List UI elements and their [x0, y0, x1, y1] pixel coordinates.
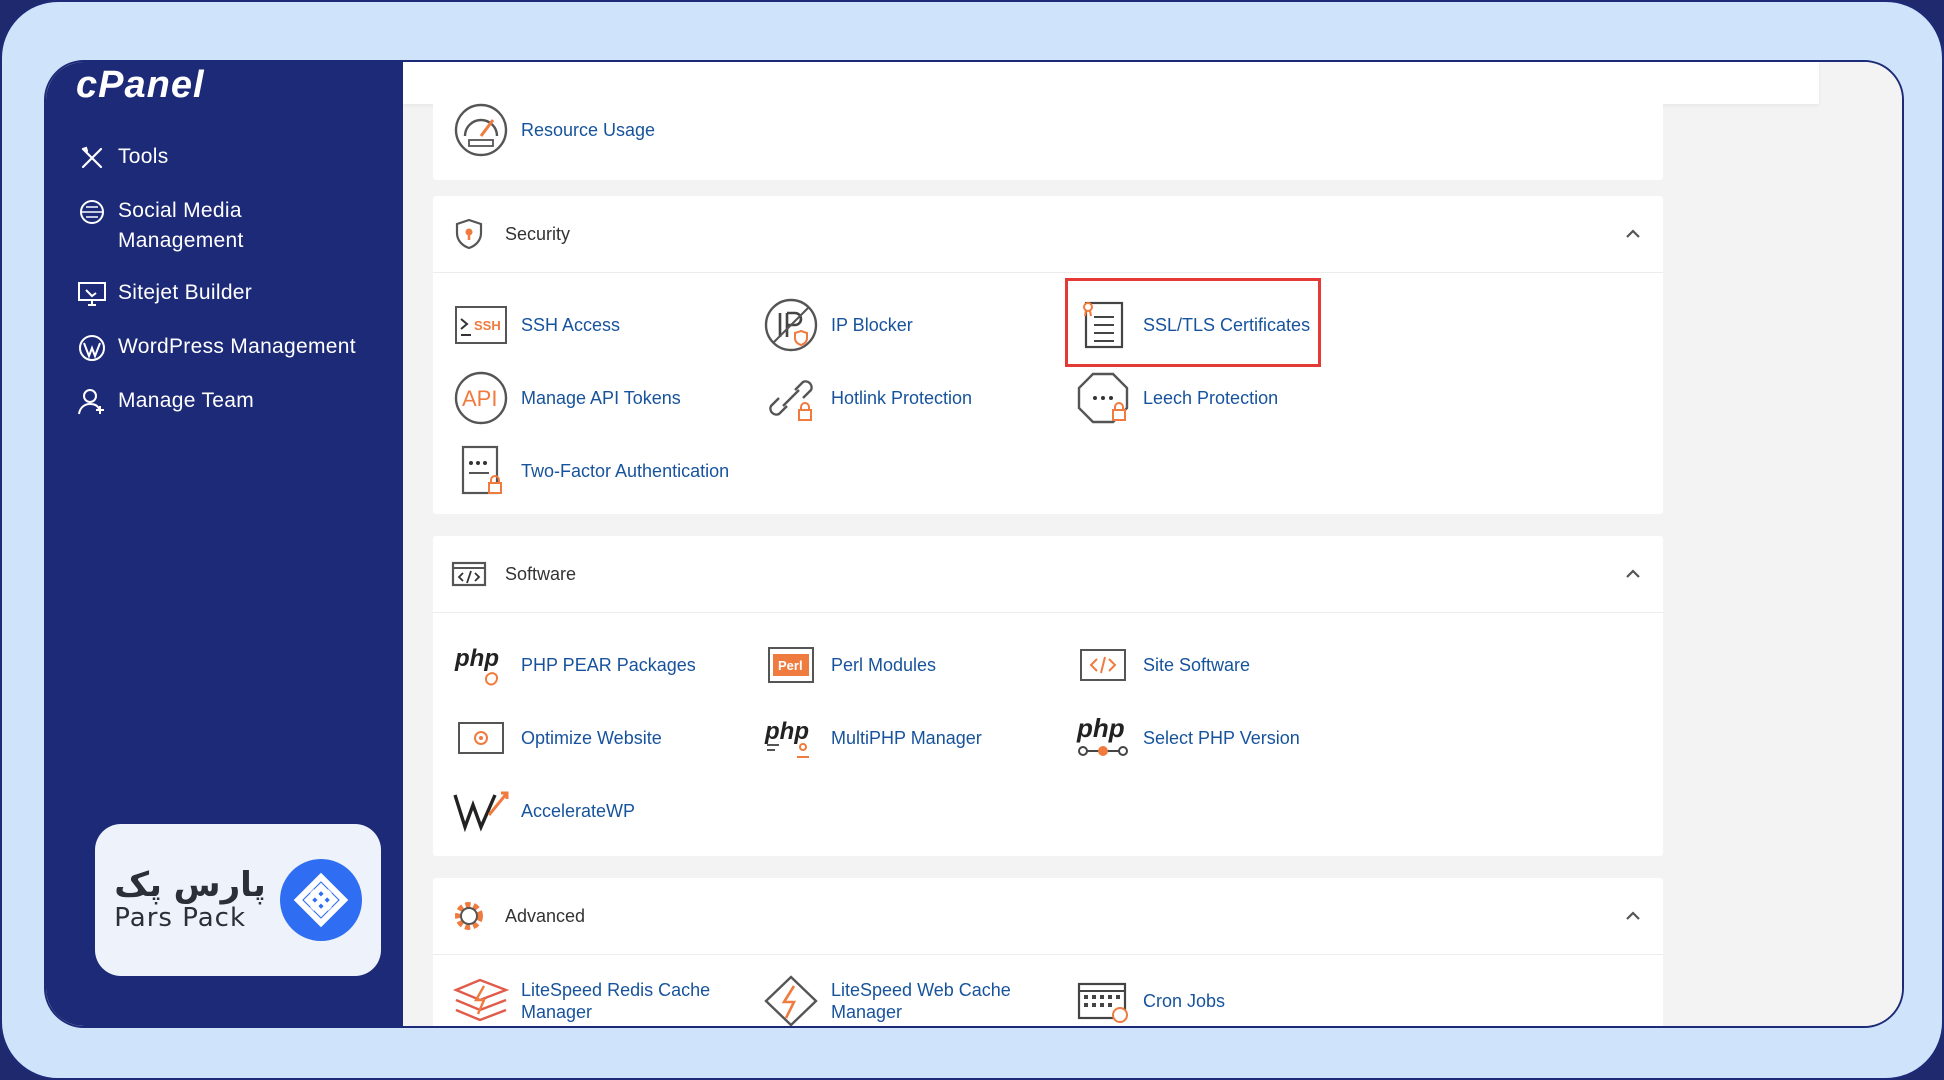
- parspack-logo: پارس پک Pars Pack: [95, 824, 381, 976]
- item-label: Site Software: [1143, 655, 1251, 675]
- select-php-icon: php: [1073, 708, 1133, 768]
- ip-blocker-link[interactable]: IP Blocker: [761, 295, 913, 355]
- tools-icon: [81, 146, 103, 169]
- litespeed-web-cache-link[interactable]: LiteSpeed Web Cache Manager: [761, 971, 1011, 1026]
- item-label: Optimize Website: [521, 728, 662, 748]
- item-label: Leech Protection: [1143, 388, 1279, 408]
- two-factor-authentication-link[interactable]: Two-Factor Authentication: [451, 441, 729, 501]
- item-label: IP Blocker: [831, 315, 913, 335]
- redis-cache-icon: [451, 971, 511, 1026]
- chevron-up-icon[interactable]: [1623, 906, 1643, 926]
- section-title: Advanced: [505, 905, 586, 926]
- sidebar-item-label: Manage Team: [118, 389, 254, 412]
- cpanel-window: cPanel Tools Social Media Management Sit…: [44, 60, 1904, 1028]
- php-pear-icon: php: [451, 635, 511, 695]
- social-media-icon: [80, 200, 104, 224]
- octagon-lock-icon: [1073, 368, 1133, 428]
- section-header[interactable]: Security: [433, 196, 1663, 273]
- perl-modules-link[interactable]: Perl Perl Modules: [761, 635, 936, 695]
- item-label: Cron Jobs: [1143, 991, 1226, 1011]
- section-header[interactable]: Software: [433, 536, 1663, 613]
- brand-name-en: Pars Pack: [114, 903, 247, 933]
- sidebar-item-label: Tools: [118, 145, 169, 168]
- perl-icon: Perl: [761, 635, 821, 695]
- hotlink-protection-link[interactable]: Hotlink Protection: [761, 368, 972, 428]
- security-section: Security SSH SSH Access IP Blocker SSL/T…: [433, 196, 1663, 514]
- speedometer-icon: [451, 100, 511, 160]
- perl-badge-text: Perl: [778, 658, 803, 673]
- php-badge-text: php: [454, 645, 499, 672]
- litespeed-redis-cache-link[interactable]: LiteSpeed Redis Cache Manager: [451, 971, 711, 1026]
- code-window-icon: [451, 561, 487, 587]
- chevron-up-icon[interactable]: [1623, 564, 1643, 584]
- php-badge-text: php: [764, 718, 809, 745]
- php-pear-packages-link[interactable]: php PHP PEAR Packages: [451, 635, 696, 695]
- multiphp-icon: php: [761, 708, 821, 768]
- item-label: LiteSpeed Redis Cache Manager: [521, 980, 711, 1022]
- user-team-icon: [78, 389, 104, 415]
- item-label: PHP PEAR Packages: [521, 655, 696, 675]
- leech-protection-link[interactable]: Leech Protection: [1073, 368, 1278, 428]
- item-label: SSH Access: [521, 315, 621, 335]
- monitor-icon: [78, 282, 106, 306]
- chain-link-icon: [761, 368, 821, 428]
- acceleratewp-icon: [451, 781, 511, 841]
- shield-icon: [455, 218, 483, 250]
- wordpress-icon: [79, 335, 105, 361]
- acceleratewp-link[interactable]: AccelerateWP: [451, 781, 635, 841]
- optimize-gear-icon: [451, 708, 511, 768]
- item-label: MultiPHP Manager: [831, 728, 982, 748]
- api-badge-text: API: [462, 386, 497, 411]
- sidebar-item-label: Social Media Management: [118, 199, 244, 252]
- software-section: Software php PHP PEAR Packages Perl Perl…: [433, 536, 1663, 856]
- ssh-access-link[interactable]: SSH SSH Access: [451, 295, 620, 355]
- section-title: Security: [505, 223, 571, 244]
- gear-icon: [455, 902, 483, 930]
- manage-api-tokens-link[interactable]: API Manage API Tokens: [451, 368, 681, 428]
- item-label: Two-Factor Authentication: [521, 461, 730, 481]
- multiphp-manager-link[interactable]: php MultiPHP Manager: [761, 708, 982, 768]
- calendar-clock-icon: [1073, 971, 1133, 1026]
- brand-name-fa: پارس پک: [114, 865, 266, 905]
- sidebar-item-wordpress[interactable]: WordPress Management: [76, 332, 396, 364]
- main-content: Resource Usage Security SSH SSH Access I…: [403, 62, 1902, 1026]
- item-label: Perl Modules: [831, 655, 937, 675]
- ssh-terminal-icon: SSH: [451, 295, 511, 355]
- sidebar-nav: Tools Social Media Management Sitejet Bu…: [76, 142, 396, 440]
- cpanel-logo[interactable]: cPanel: [76, 64, 205, 107]
- sidebar-item-label: Sitejet Builder: [118, 281, 253, 304]
- item-label: Hotlink Protection: [831, 388, 973, 408]
- cron-jobs-link[interactable]: Cron Jobs: [1073, 971, 1226, 1026]
- php-badge-text: php: [1076, 713, 1125, 743]
- optimize-website-link[interactable]: Optimize Website: [451, 708, 662, 768]
- section-header[interactable]: Advanced: [433, 878, 1663, 955]
- item-label: Select PHP Version: [1143, 728, 1300, 748]
- sidebar-item-label: WordPress Management: [118, 335, 356, 358]
- sidebar-item-sitejet[interactable]: Sitejet Builder: [76, 278, 396, 310]
- api-icon: API: [451, 368, 511, 428]
- two-factor-icon: [451, 441, 511, 501]
- item-label: Resource Usage: [521, 120, 656, 140]
- code-box-icon: [1073, 635, 1133, 695]
- item-label: AccelerateWP: [521, 801, 636, 821]
- presentation-frame: cPanel Tools Social Media Management Sit…: [0, 0, 1944, 1080]
- general-info-card: Resource Usage: [433, 82, 1663, 180]
- web-cache-icon: [761, 971, 821, 1026]
- select-php-version-link[interactable]: php Select PHP Version: [1073, 708, 1300, 768]
- site-software-link[interactable]: Site Software: [1073, 635, 1250, 695]
- sidebar: cPanel Tools Social Media Management Sit…: [46, 62, 403, 1026]
- sidebar-item-social-media[interactable]: Social Media Management: [76, 196, 396, 256]
- section-title: Software: [505, 563, 577, 584]
- resource-usage-link[interactable]: Resource Usage: [451, 100, 655, 160]
- sidebar-item-tools[interactable]: Tools: [76, 142, 396, 174]
- highlight-box: [1065, 278, 1321, 367]
- chevron-up-icon[interactable]: [1623, 224, 1643, 244]
- ssh-badge-text: SSH: [474, 318, 501, 333]
- item-label: Manage API Tokens: [521, 388, 681, 408]
- advanced-section: Advanced LiteSpeed Redis Cache Manager L…: [433, 878, 1663, 1026]
- parspack-mark-icon: [279, 859, 362, 941]
- ip-blocker-icon: [761, 295, 821, 355]
- item-label: LiteSpeed Web Cache Manager: [831, 980, 1011, 1022]
- sidebar-item-manage-team[interactable]: Manage Team: [76, 386, 396, 418]
